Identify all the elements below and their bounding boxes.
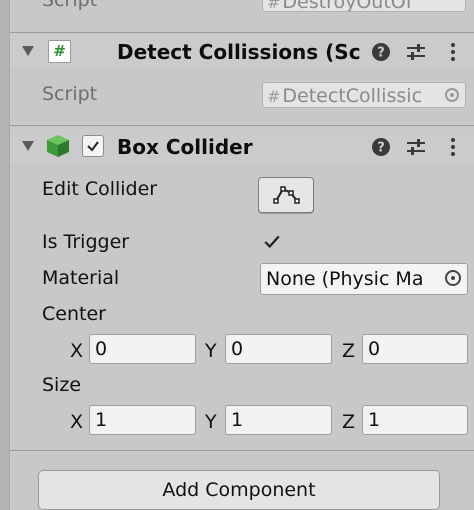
center-y-label: Y <box>205 340 217 362</box>
detect-script-field[interactable]: # DetectCollissic <box>262 82 466 108</box>
csharp-script-icon: # <box>48 40 71 63</box>
svg-text:?: ? <box>377 46 385 61</box>
presets-icon[interactable] <box>405 41 427 63</box>
center-x-input[interactable]: 0 <box>89 334 196 364</box>
prev-script-field[interactable]: # DestroyOutOf <box>262 0 466 12</box>
size-x-input[interactable]: 1 <box>89 405 196 435</box>
fold-arrow-icon[interactable] <box>22 141 34 151</box>
green-cube-icon <box>47 135 69 157</box>
inspector-panel: Script # DestroyOutOf # Detect Collission… <box>10 0 474 510</box>
fold-arrow-icon[interactable] <box>22 46 34 56</box>
center-x-label: X <box>70 340 84 362</box>
add-component-button[interactable]: Add Component <box>38 470 440 510</box>
center-y-input[interactable]: 0 <box>225 334 332 364</box>
size-y-label: Y <box>205 411 217 433</box>
script-icon: # <box>267 87 281 106</box>
detect-script-value: DetectCollissic <box>282 85 423 107</box>
prev-script-label: Script <box>42 0 98 11</box>
script-icon: # <box>267 0 281 12</box>
divider <box>10 450 474 451</box>
center-label: Center <box>42 303 106 325</box>
size-label: Size <box>42 374 82 396</box>
center-z-input[interactable]: 0 <box>362 334 468 364</box>
edit-collider-button[interactable] <box>258 177 314 213</box>
kebab-menu-icon[interactable] <box>442 41 464 63</box>
divider <box>10 125 474 126</box>
kebab-menu-icon[interactable] <box>442 136 464 158</box>
size-x-label: X <box>70 411 84 433</box>
component-title: Box Collider <box>117 135 253 159</box>
is-trigger-label: Is Trigger <box>42 231 130 253</box>
help-icon[interactable]: ? <box>370 136 392 158</box>
size-z-label: Z <box>342 411 356 433</box>
box-collider-header[interactable]: Box Collider ? <box>10 129 474 164</box>
help-icon[interactable]: ? <box>370 41 392 63</box>
edit-collider-icon <box>273 186 300 204</box>
window-left-edge <box>0 0 10 510</box>
checkmark-icon <box>264 235 280 249</box>
svg-text:?: ? <box>377 141 385 156</box>
material-value: None (Physic Ma <box>266 268 424 290</box>
detect-script-label: Script <box>42 83 98 105</box>
is-trigger-checkbox[interactable] <box>260 230 282 252</box>
size-y-input[interactable]: 1 <box>225 405 332 435</box>
size-z-input[interactable]: 1 <box>362 405 468 435</box>
object-picker-icon[interactable] <box>445 270 461 286</box>
edit-collider-label: Edit Collider <box>42 178 158 200</box>
detect-collissions-header[interactable]: # Detect Collissions (Sc ? <box>10 34 474 69</box>
presets-icon[interactable] <box>405 136 427 158</box>
prev-script-value: DestroyOutOf <box>282 0 413 12</box>
checkmark-icon <box>87 141 99 152</box>
material-label: Material <box>42 267 120 289</box>
material-field[interactable]: None (Physic Ma <box>260 263 468 295</box>
object-picker-icon[interactable] <box>445 88 459 102</box>
component-title: Detect Collissions (Sc <box>117 40 361 64</box>
component-enabled-checkbox[interactable] <box>82 135 104 157</box>
divider <box>10 32 474 33</box>
center-z-label: Z <box>342 340 356 362</box>
